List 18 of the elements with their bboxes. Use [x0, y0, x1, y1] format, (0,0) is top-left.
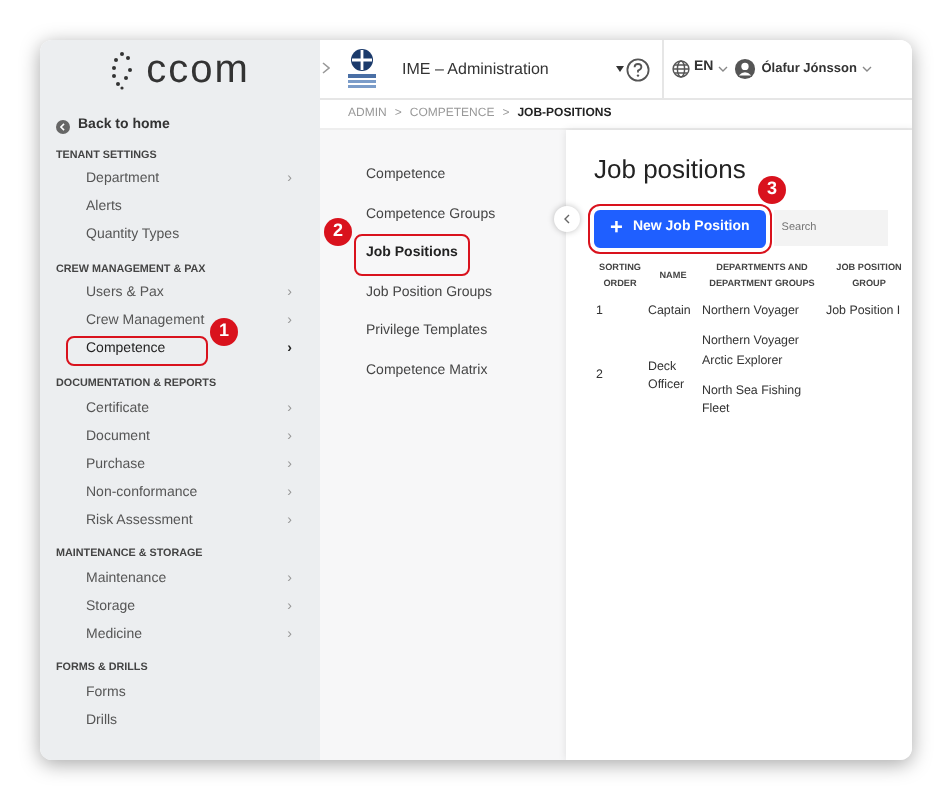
- chevron-right-icon: [322, 62, 330, 75]
- chevron-down-icon[interactable]: [862, 66, 873, 72]
- organization-logo-icon: [346, 47, 378, 91]
- back-arrow-icon[interactable]: [56, 119, 70, 134]
- chevron-down-icon[interactable]: [717, 66, 728, 72]
- callout-badge: 1: [210, 317, 238, 346]
- dropdown-caret-icon[interactable]: [616, 66, 624, 72]
- organization-name: IME – Administration: [402, 57, 551, 81]
- logo-icon: [110, 50, 135, 90]
- plus-icon: +: [610, 217, 623, 239]
- help-icon[interactable]: [626, 57, 650, 81]
- callout-badge: 2: [324, 218, 352, 246]
- callout-badge: 3: [758, 175, 786, 203]
- logo-text: ccom: [146, 50, 250, 90]
- page-title: Job positions: [594, 152, 746, 188]
- user-avatar-icon[interactable]: [733, 58, 756, 80]
- globe-icon[interactable]: [672, 60, 690, 78]
- chevron-left-icon: [564, 214, 570, 224]
